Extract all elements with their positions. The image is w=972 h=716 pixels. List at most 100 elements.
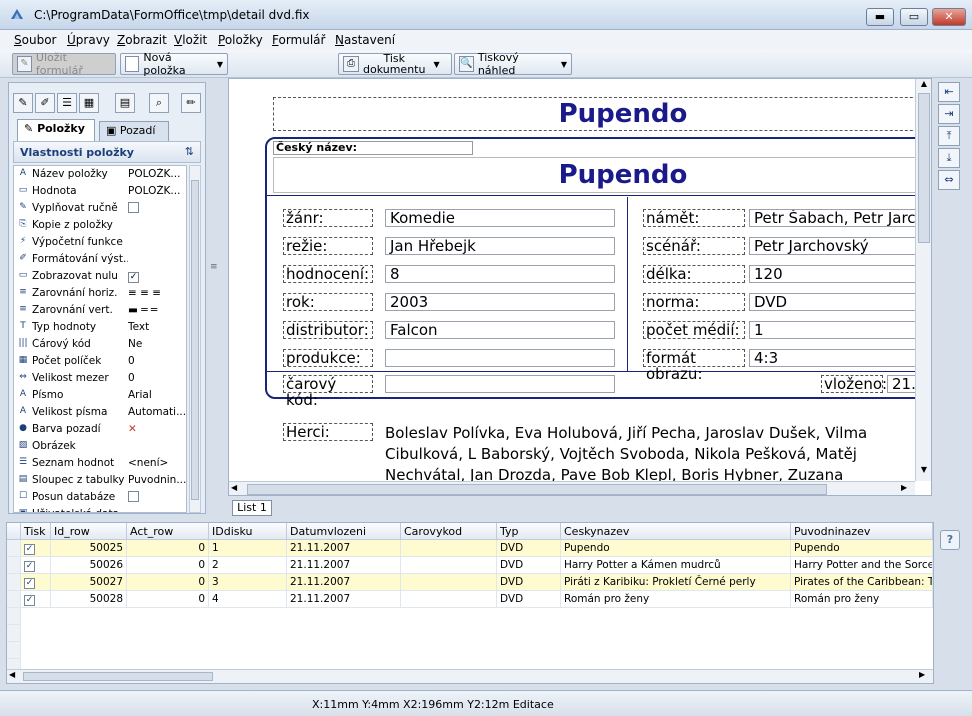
preview-icon[interactable]: ⌕ bbox=[149, 93, 169, 113]
table-cell[interactable]: 50025 bbox=[51, 540, 127, 557]
field-value[interactable]: Petr Šabach, Petr Jarch bbox=[749, 209, 929, 227]
column-header[interactable]: Datumvlozeni bbox=[287, 523, 401, 540]
property-row[interactable]: ▣ Uživatelská data bbox=[14, 506, 186, 512]
align-right-icon[interactable]: ⇥ bbox=[938, 104, 960, 124]
column-header[interactable]: IDdisku bbox=[209, 523, 287, 540]
property-value[interactable] bbox=[128, 491, 186, 505]
property-row[interactable]: ✐ Formátování výst... bbox=[14, 251, 186, 268]
table-cell[interactable]: Piráti z Karibiku: Prokletí Černé perly bbox=[561, 574, 791, 591]
table-cell[interactable] bbox=[401, 591, 497, 608]
save-form-button[interactable]: ✎ Uložit formulář bbox=[12, 51, 116, 77]
property-row[interactable]: T Typ hodnoty Text bbox=[14, 319, 186, 336]
table-cell[interactable] bbox=[401, 557, 497, 574]
table-cell[interactable]: ✓ bbox=[21, 557, 51, 574]
scroll-down-icon[interactable]: ▼ bbox=[916, 465, 931, 479]
tab-polozky[interactable]: ✎ Položky bbox=[17, 119, 95, 141]
sheet-tab[interactable]: List 1 bbox=[232, 500, 272, 516]
property-value[interactable]: ▬ ═ ═ bbox=[128, 304, 186, 316]
field-value[interactable] bbox=[385, 349, 615, 367]
column-header[interactable]: Carovykod bbox=[401, 523, 497, 540]
field-value[interactable]: 4:3 bbox=[749, 349, 929, 367]
property-value[interactable]: 0 bbox=[128, 355, 186, 367]
document-vertical-scrollbar[interactable]: ▲ ▼ bbox=[915, 79, 931, 481]
table-cell[interactable]: Pupendo bbox=[791, 540, 933, 557]
new-item-button[interactable]: Nová položka ▼ bbox=[120, 51, 228, 77]
scrollbar-thumb[interactable] bbox=[191, 180, 199, 500]
column-header[interactable]: Act_row bbox=[127, 523, 209, 540]
align-top-icon[interactable]: ⤒ bbox=[938, 126, 960, 146]
table-cell[interactable]: DVD bbox=[497, 574, 561, 591]
table-cell[interactable]: Román pro ženy bbox=[561, 591, 791, 608]
column-header[interactable]: Ceskynazev bbox=[561, 523, 791, 540]
property-row[interactable]: ▭ Hodnota POLOŽK... bbox=[14, 183, 186, 200]
same-width-icon[interactable]: ⇔ bbox=[938, 170, 960, 190]
property-value[interactable]: Automati... bbox=[128, 406, 186, 418]
table-cell[interactable]: 3 bbox=[209, 574, 287, 591]
property-checkbox[interactable] bbox=[128, 491, 139, 502]
table-row[interactable]: ✓ 50026 0 2 21.11.2007 DVD Harry Potter a Káme… bbox=[7, 557, 933, 574]
table-cell[interactable]: Pupendo bbox=[561, 540, 791, 557]
table-cell[interactable]: 21.11.2007 bbox=[287, 574, 401, 591]
scroll-right-icon[interactable]: ▶ bbox=[919, 670, 925, 679]
table-cell[interactable]: DVD bbox=[497, 540, 561, 557]
table-cell[interactable]: 21.11.2007 bbox=[287, 591, 401, 608]
property-row[interactable]: ⎘ Kopie z položky bbox=[14, 217, 186, 234]
property-value[interactable]: <není> bbox=[128, 457, 186, 469]
property-value[interactable]: 0 bbox=[128, 372, 186, 384]
document-horizontal-scrollbar[interactable]: ◀ ▶ bbox=[229, 481, 915, 495]
field-value[interactable]: 120 bbox=[749, 265, 929, 283]
table-row[interactable]: ✓ 50025 0 1 21.11.2007 DVD Pupendo Pupendo bbox=[7, 540, 933, 557]
table-cell[interactable]: Harry Potter a Kámen mudrců bbox=[561, 557, 791, 574]
table-cell[interactable]: 0 bbox=[127, 591, 209, 608]
column-header[interactable]: Tisk bbox=[21, 523, 51, 540]
table-cell[interactable]: 4 bbox=[209, 591, 287, 608]
property-row[interactable]: A Písmo Arial bbox=[14, 387, 186, 404]
field-value[interactable]: DVD bbox=[749, 293, 929, 311]
property-value[interactable]: POLOŽK... bbox=[128, 168, 186, 180]
property-checkbox[interactable] bbox=[128, 202, 139, 213]
print-checkbox[interactable]: ✓ bbox=[24, 544, 35, 555]
property-row[interactable]: A Velikost písma Automati... bbox=[14, 404, 186, 421]
table-cell[interactable]: 0 bbox=[127, 557, 209, 574]
print-checkbox[interactable]: ✓ bbox=[24, 578, 35, 589]
scroll-up-icon[interactable]: ▲ bbox=[916, 79, 931, 93]
property-row[interactable]: ● Barva pozadí ✕ bbox=[14, 421, 186, 438]
property-row[interactable]: ☐ Posun databáze bbox=[14, 489, 186, 506]
table-cell[interactable]: 0 bbox=[127, 574, 209, 591]
align-bottom-icon[interactable]: ⤓ bbox=[938, 148, 960, 168]
table-cell[interactable]: 2 bbox=[209, 557, 287, 574]
table-row[interactable]: ✓ 50028 0 4 21.11.2007 DVD Román pro ženy Román… bbox=[7, 591, 933, 608]
field-value[interactable]: Jan Hřebejk bbox=[385, 237, 615, 255]
property-row[interactable]: ⚡ Výpočetní funkce bbox=[14, 234, 186, 251]
row-selector[interactable] bbox=[7, 574, 21, 591]
table-cell[interactable] bbox=[401, 540, 497, 557]
menu-vlozit[interactable]: Vložit bbox=[174, 33, 207, 47]
column-header[interactable]: Typ bbox=[497, 523, 561, 540]
print-checkbox[interactable]: ✓ bbox=[24, 561, 35, 572]
field-value[interactable]: Komedie bbox=[385, 209, 615, 227]
table-row[interactable]: ✓ 50027 0 3 21.11.2007 DVD Piráti z Karibiku: … bbox=[7, 574, 933, 591]
panel-splitter[interactable]: ≡ bbox=[208, 82, 220, 514]
table-cell[interactable]: 50027 bbox=[51, 574, 127, 591]
menu-soubor[interactable]: Soubor bbox=[14, 33, 56, 47]
property-row[interactable]: ▦ Počet políček 0 bbox=[14, 353, 186, 370]
table-cell[interactable]: 50028 bbox=[51, 591, 127, 608]
print-preview-button[interactable]: 🔍 Tiskový náhled ▼ bbox=[454, 51, 572, 77]
table-cell[interactable]: DVD bbox=[497, 591, 561, 608]
table-cell[interactable]: ✓ bbox=[21, 540, 51, 557]
properties-scrollbar[interactable] bbox=[189, 165, 201, 513]
property-value[interactable]: Text bbox=[128, 321, 186, 333]
czech-name-field[interactable]: Pupendo bbox=[273, 157, 931, 193]
field-value[interactable]: 1 bbox=[749, 321, 929, 339]
align-left-icon[interactable]: ⇤ bbox=[938, 82, 960, 102]
scroll-left-icon[interactable]: ◀ bbox=[9, 670, 15, 679]
property-value[interactable]: Arial bbox=[128, 389, 186, 401]
table-icon[interactable]: ▦ bbox=[79, 93, 99, 113]
menu-polozky[interactable]: Položky bbox=[218, 33, 263, 47]
maximize-button[interactable]: ▭ bbox=[900, 8, 928, 26]
table-cell[interactable]: ✓ bbox=[21, 591, 51, 608]
table-cell[interactable]: Harry Potter and the Sorcerer bbox=[791, 557, 933, 574]
property-value[interactable]: POLOŽK... bbox=[128, 185, 186, 197]
property-value[interactable]: ✓ bbox=[128, 270, 186, 283]
property-value[interactable]: ≡ ≡ ≡ bbox=[128, 287, 186, 299]
